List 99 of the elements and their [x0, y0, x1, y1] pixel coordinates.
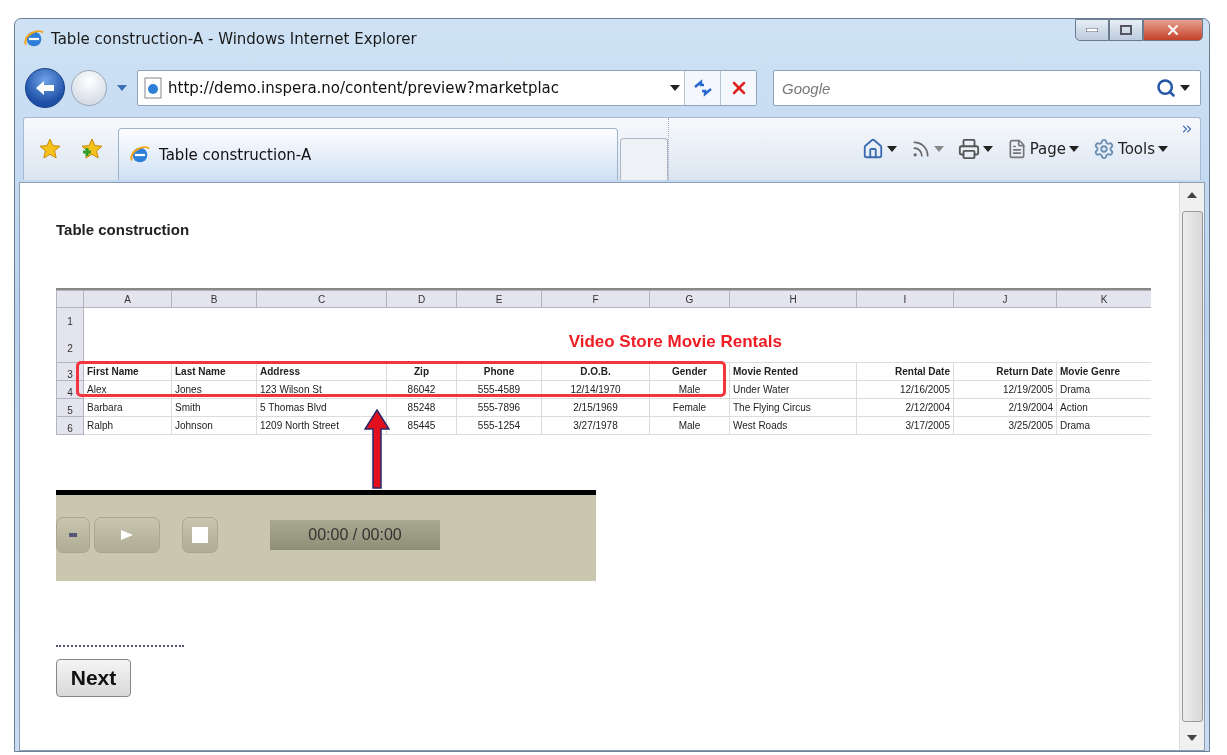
table-cell: 2/12/2004 [856, 398, 954, 417]
table-cell: 555-7896 [456, 398, 542, 417]
arrow-icon [364, 409, 390, 489]
row-number: 2 [66, 343, 74, 354]
window-title: Table construction-A - Windows Internet Explorer [51, 30, 418, 48]
table-cell: 86042 [386, 380, 457, 399]
table-cell: Under Water [729, 380, 857, 399]
back-arrow-icon [34, 79, 56, 97]
column-letter: B [171, 290, 257, 308]
column-header: D.O.B. [541, 362, 650, 381]
table-cell: Alex [83, 380, 172, 399]
table-cell: Jones [171, 380, 257, 399]
caret-icon [1180, 85, 1190, 91]
page-heading: Table construction [56, 221, 191, 238]
maximize-button[interactable] [1109, 19, 1143, 41]
maximize-icon [1120, 25, 1132, 35]
minus-icon [69, 533, 77, 537]
column-letter: H [729, 290, 857, 308]
column-letter: E [456, 290, 542, 308]
table-cell: Barbara [83, 398, 172, 417]
more-icon [1180, 122, 1194, 136]
caret-icon [1187, 735, 1197, 741]
tools-button[interactable]: Tools [1091, 138, 1170, 160]
scrollbar[interactable] [1179, 183, 1204, 750]
column-header: Phone [456, 362, 542, 381]
play-icon [120, 529, 134, 541]
browser-tab[interactable]: Table construction-A [118, 128, 618, 180]
close-icon [1165, 22, 1181, 38]
column-header: Movie Rented [729, 362, 857, 381]
table-cell: 12/14/1970 [541, 380, 650, 399]
column-header: Gender [649, 362, 730, 381]
column-letter: C [256, 290, 387, 308]
caret-icon [1069, 146, 1080, 152]
home-icon [861, 138, 884, 160]
page-button[interactable]: Page [1004, 139, 1082, 159]
table-cell: 3/17/2005 [856, 416, 954, 435]
column-header: Last Name [171, 362, 257, 381]
table-cell: Male [649, 380, 730, 399]
table-cell: 2/15/1969 [541, 398, 650, 417]
search-bar[interactable]: Google [773, 70, 1201, 106]
search-icon[interactable] [1156, 78, 1176, 98]
table-cell: Johnson [171, 416, 257, 435]
row-number: 1 [66, 316, 74, 327]
caret-icon [982, 146, 993, 152]
column-letter: I [856, 290, 954, 308]
table-cell: 123 Wilson St [256, 380, 387, 399]
stop-button[interactable] [182, 517, 218, 553]
column-header: Rental Date [856, 362, 954, 381]
column-letter: F [541, 290, 650, 308]
table-cell: Smith [171, 398, 257, 417]
table-cell: 555-4589 [456, 380, 542, 399]
close-button[interactable] [1143, 19, 1203, 41]
address-bar[interactable]: http://demo.inspera.no/content/preview?marketplac [137, 70, 757, 106]
column-header: Address [256, 362, 387, 381]
table-cell: 2/19/2004 [953, 398, 1057, 417]
column-letter: A [83, 290, 172, 308]
table-cell: The Flying Circus [729, 398, 857, 417]
table-cell: West Roads [729, 416, 857, 435]
gear-icon [1093, 138, 1116, 160]
column-letter: K [1056, 290, 1151, 308]
caret-icon [933, 146, 944, 152]
column-letter: D [386, 290, 457, 308]
search-field[interactable]: Google [774, 78, 1156, 98]
volume-button[interactable] [56, 517, 90, 553]
url-text: http://demo.inspera.no/content/preview?marketplac [167, 79, 561, 97]
table-cell: 555-1254 [456, 416, 542, 435]
column-header: Return Date [953, 362, 1057, 381]
table-cell: 12/16/2005 [856, 380, 954, 399]
caret-icon [886, 146, 897, 152]
table-cell: Ralph [83, 416, 172, 435]
star-icon[interactable] [38, 137, 62, 161]
table-cell: Female [649, 398, 730, 417]
add-star-icon[interactable] [80, 137, 104, 161]
table-cell: 3/27/1978 [541, 416, 650, 435]
stop-icon [192, 527, 208, 543]
caret-icon [670, 85, 680, 91]
caret-icon [1158, 146, 1168, 152]
time-display: 00:00 / 00:00 [270, 520, 440, 550]
table-cell: 12/19/2005 [953, 380, 1057, 399]
play-button[interactable] [94, 517, 160, 553]
stop-button[interactable] [720, 71, 756, 105]
minimize-button[interactable] [1075, 19, 1109, 41]
back-button[interactable] [25, 68, 65, 108]
minimize-icon [1086, 28, 1098, 32]
column-header: Movie Genre [1056, 362, 1151, 381]
column-header: Zip [386, 362, 457, 381]
table-cell: Male [649, 416, 730, 435]
refresh-icon [692, 79, 713, 97]
spreadsheet-title: Video Store Movie Rentals [568, 332, 782, 351]
column-letter: J [953, 290, 1057, 308]
scroll-up-icon [1187, 192, 1197, 198]
caret-icon [117, 85, 127, 91]
table-cell: 85248 [386, 398, 457, 417]
printer-icon [957, 138, 980, 160]
column-letter: G [649, 290, 730, 308]
next-button[interactable]: Next [56, 659, 131, 697]
page-icon [144, 77, 162, 99]
table-cell: 3/25/2005 [953, 416, 1057, 435]
refresh-button[interactable] [684, 71, 720, 105]
